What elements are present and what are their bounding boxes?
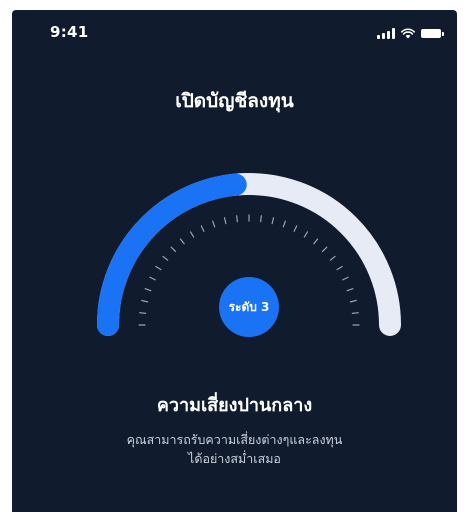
gauge-tick — [144, 288, 152, 292]
gauge-tick — [313, 238, 319, 245]
level-label: ระดับ 3 — [229, 300, 270, 314]
risk-level-title: ความเสี่ยงปานกลาง — [156, 395, 313, 416]
gauge-tick — [162, 255, 169, 261]
gauge-tick — [349, 299, 357, 303]
gauge-tick — [200, 225, 205, 232]
gauge-tick — [329, 255, 336, 261]
gauge-fill — [97, 173, 247, 336]
gauge-tick — [282, 220, 286, 228]
gauge-tick — [346, 288, 354, 292]
gauge-tick — [260, 215, 262, 223]
risk-gauge: ระดับ 3 — [97, 173, 401, 337]
gauge-tick — [139, 312, 147, 314]
risk-description: คุณสามารถรับความเสี่ยงต่างๆและลงทุน ได้อ… — [12, 430, 457, 468]
gauge-tick — [293, 225, 298, 232]
risk-description-line-1: คุณสามารถรับความเสี่ยงต่างๆและลงทุน — [126, 432, 343, 447]
gauge-tick — [321, 246, 328, 253]
gauge-tick — [223, 217, 227, 225]
gauge-tick — [212, 220, 216, 228]
gauge-tick — [351, 312, 359, 314]
risk-description-line-2: ได้อย่างสม่ำเสมอ — [188, 451, 281, 466]
gauge-tick — [179, 238, 185, 245]
gauge-tick — [155, 265, 162, 271]
gauge-tick — [236, 215, 238, 223]
gauge-tick — [141, 299, 149, 303]
gauge-tick — [170, 246, 177, 253]
gauge-tick — [336, 265, 343, 271]
gauge-tick — [342, 276, 349, 281]
gauge-tick — [271, 217, 275, 225]
phone-screen: 9:41 เปิดบัญชีลงทุน ระดับ 3 ความเสี่ยงปา… — [12, 10, 457, 512]
gauge-tick — [303, 231, 309, 238]
gauge-tick — [149, 276, 156, 281]
gauge-tick — [189, 231, 195, 238]
